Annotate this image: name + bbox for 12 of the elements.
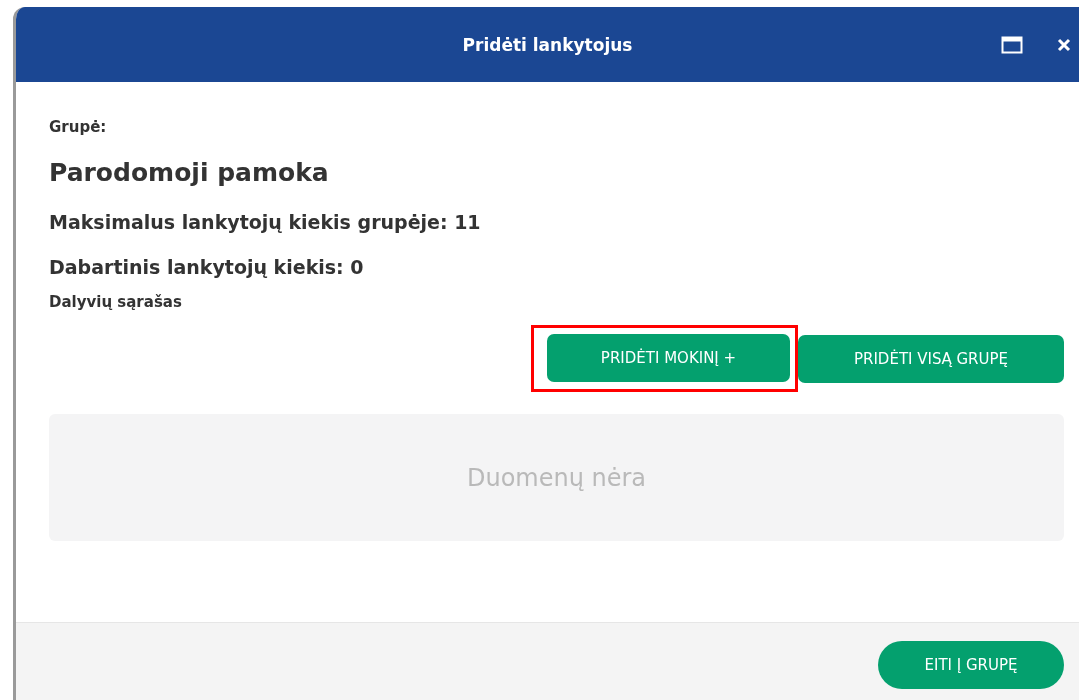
stat-text: Dabartinis lankytojų kiekis: 0	[49, 256, 365, 278]
window-title: Pridėti lankytojus	[462, 34, 633, 55]
go-to-group-button[interactable]: EITI Į GRUPĘ	[878, 640, 1064, 689]
close-button[interactable]	[1057, 37, 1071, 52]
maximize-button[interactable]	[1001, 35, 1023, 54]
add-button[interactable]: PRIDĖTI VISĄ GRUPĘ	[798, 334, 1064, 383]
add-button[interactable]: PRIDĖTI MOKINĮ +	[547, 334, 790, 382]
empty-message: Duomenų nėra	[49, 414, 1064, 541]
participants-heading: Dalyvių sąrašas	[49, 293, 183, 311]
group-label: Grupė:	[49, 118, 108, 136]
group-name: Parodomoji pamoka	[49, 158, 330, 187]
stat-text: Maksimalus lankytojų kiekis grupėje: 11	[49, 211, 482, 233]
